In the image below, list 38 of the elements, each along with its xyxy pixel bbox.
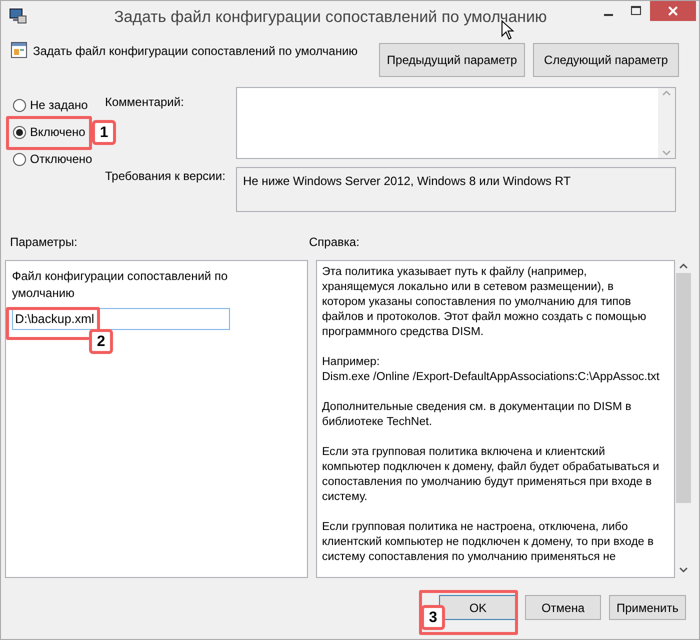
maximize-icon	[630, 6, 642, 16]
help-paragraph: Если эта групповая политика включена и клиентский компьютер подключен к домену, файл будет обрабатываться и сопоставления по умолчанию будут применяться при входе в систему.	[322, 445, 660, 505]
help-paragraph: Например: Dism.exe /Online /Export-DefaultAppAssociations:C:\AppAssoc.txt	[322, 355, 660, 385]
step-number: 2	[89, 329, 113, 354]
comment-label: Комментарий:	[105, 94, 185, 111]
radio-option[interactable]: Не задано	[13, 96, 88, 114]
version-value: Не ниже Windows Server 2012, Windows 8 или Windows RT	[236, 167, 676, 212]
dialog-button[interactable]: OK	[439, 595, 517, 620]
close-button[interactable]	[650, 1, 696, 21]
scrollbar-thumb[interactable]	[676, 273, 691, 503]
file-path-field[interactable]: D:\backup.xml	[12, 308, 230, 330]
comment-field[interactable]	[236, 87, 676, 159]
help-paragraph: Эта политика указывает путь к файлу (например, хранящемуся локально или в сетевом размещении), в котором указаны сопоставления по умолчанию для типов файлов и протоколов. Этот файл можно создать с помощью программного средства DISM.	[322, 265, 648, 340]
help-label: Справка:	[309, 234, 360, 247]
close-icon	[668, 6, 678, 16]
version-label: Требования к версии:	[105, 168, 226, 185]
window-title: Задать файл конфигурации сопоставлений по умолчанию	[113, 8, 548, 28]
nav-button[interactable]: Следующий параметр	[533, 43, 679, 77]
radio-button[interactable]	[13, 152, 26, 166]
help-paragraph: Дополнительные сведения см. в документации по DISM в библиотеке TechNet.	[322, 400, 632, 430]
radio-option[interactable]: Отключено	[13, 150, 92, 168]
computer-icon	[9, 8, 27, 24]
options-label: Параметры:	[9, 234, 78, 247]
step-number: 3	[421, 605, 445, 630]
minimize-icon	[604, 14, 612, 16]
dialog-button[interactable]: Отмена	[525, 595, 601, 620]
policy-name: Задать файл конфигурации сопоставлений по умолчанию	[33, 43, 359, 60]
field-label: Файл конфигурации сопоставлений по умолчанию	[12, 268, 229, 302]
scroll-up-icon[interactable]	[679, 263, 688, 269]
policy-icon	[11, 42, 27, 58]
dialog-button[interactable]: Применить	[609, 595, 686, 620]
scroll-down-icon[interactable]	[679, 567, 688, 573]
step-number: 1	[92, 120, 116, 145]
radio-button[interactable]	[13, 98, 26, 112]
help-paragraph: Если групповая политика не настроена, отключена, либо клиентский компьютер не подключен к домену, то при входе в систему сопоставления по умолчанию применяться не	[322, 520, 655, 565]
radio-option[interactable]: Включено	[13, 123, 86, 141]
radio-button[interactable]	[13, 126, 26, 138]
nav-button[interactable]: Предыдущий параметр	[379, 43, 525, 77]
